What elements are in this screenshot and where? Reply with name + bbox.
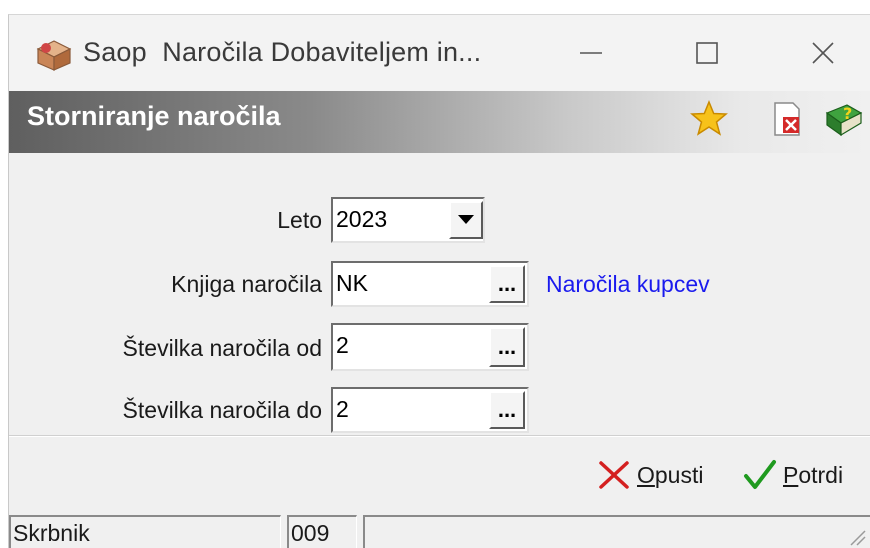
- cancel-label: pusti: [654, 461, 704, 488]
- status-code: 009: [287, 515, 357, 548]
- leto-value: 2023: [336, 206, 388, 232]
- confirm-button[interactable]: Potrdi: [743, 455, 843, 495]
- confirm-label: otrdi: [798, 461, 844, 488]
- green-check-icon: [744, 460, 776, 489]
- stevilka-od-label: Številka naročila od: [122, 335, 322, 361]
- resize-grip-icon[interactable]: [847, 527, 867, 547]
- stevilka-do-label: Številka naročila do: [122, 397, 322, 423]
- close-icon: [812, 42, 834, 64]
- stevilka-od-value: 2: [336, 332, 349, 358]
- knjiga-lookup-button[interactable]: ...: [489, 265, 525, 303]
- svg-text:?: ?: [843, 104, 852, 123]
- knjiga-description: Naročila kupcev: [546, 271, 710, 297]
- minimize-button[interactable]: [561, 33, 621, 73]
- chevron-down-icon: [458, 215, 474, 224]
- maximize-icon: [696, 42, 718, 64]
- stevilka-od-lookup-button[interactable]: ...: [489, 327, 525, 367]
- window-title: Saop Naročila Dobaviteljem in...: [83, 37, 482, 67]
- stevilka-do-lookup-button[interactable]: ...: [489, 391, 525, 429]
- stevilka-do-value: 2: [336, 396, 349, 422]
- status-empty: [363, 515, 870, 548]
- dialog-window: Saop Naročila Dobaviteljem in... Stornir…: [8, 14, 870, 548]
- box-package-icon: [34, 37, 74, 71]
- title-bar[interactable]: Saop Naročila Dobaviteljem in...: [9, 15, 870, 91]
- minimize-icon: [580, 52, 602, 54]
- document-delete-icon[interactable]: [767, 99, 807, 139]
- help-book-icon[interactable]: ?: [823, 99, 863, 139]
- page-title: Storniranje naročila: [27, 101, 281, 131]
- leto-dropdown-button[interactable]: [449, 201, 483, 239]
- maximize-button[interactable]: [677, 33, 737, 73]
- close-button[interactable]: [793, 33, 853, 73]
- status-user: Skrbnik: [9, 515, 281, 548]
- confirm-mnemonic: P: [783, 461, 799, 488]
- cancel-mnemonic: O: [637, 461, 655, 488]
- red-x-icon: [599, 461, 629, 489]
- knjiga-label: Knjiga naročila: [171, 271, 322, 297]
- leto-label: Leto: [277, 207, 322, 233]
- knjiga-value: NK: [336, 270, 368, 296]
- cancel-button[interactable]: Opusti: [597, 455, 703, 495]
- divider: [9, 435, 870, 437]
- star-icon[interactable]: [689, 99, 729, 139]
